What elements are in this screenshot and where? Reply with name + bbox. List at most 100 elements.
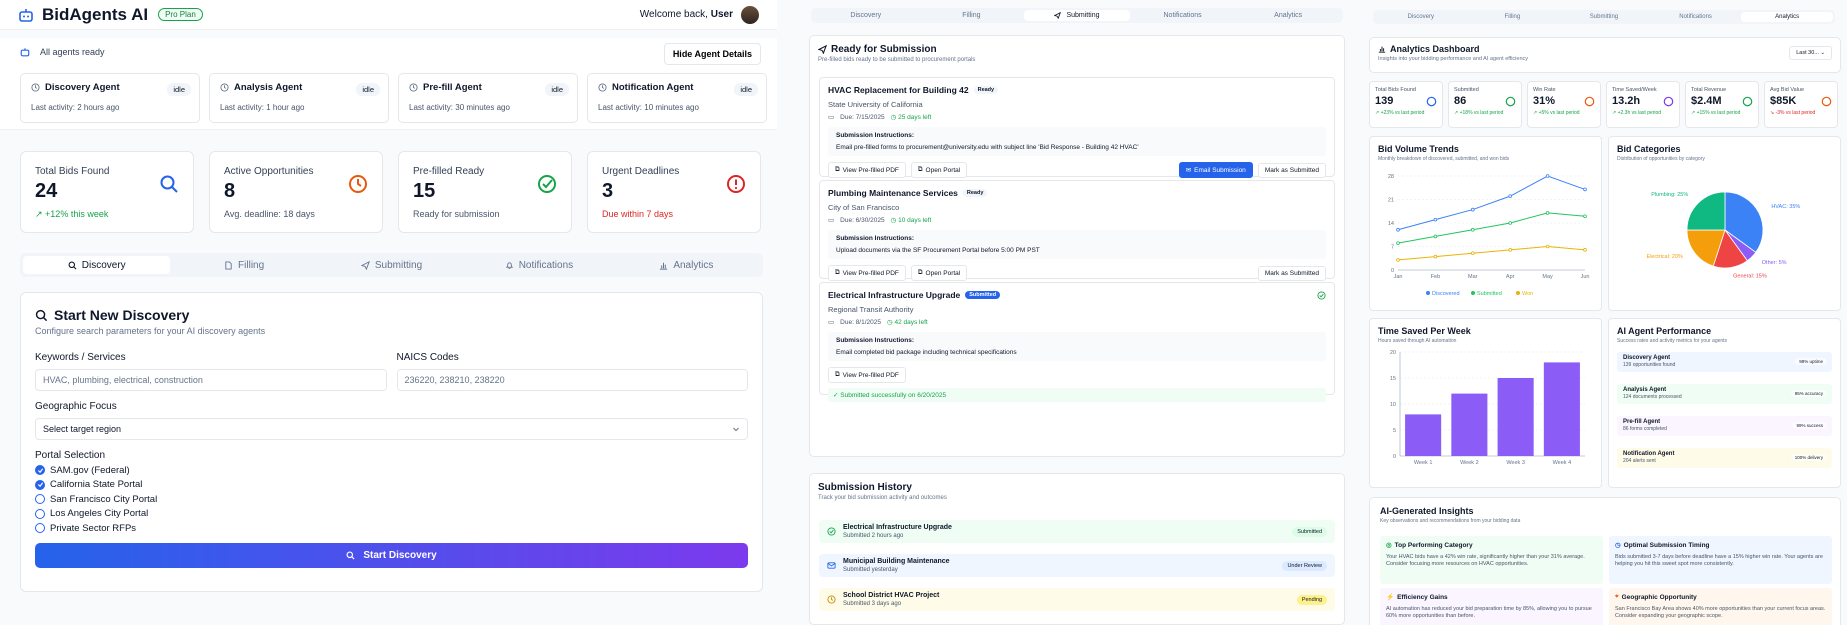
bid-days-left: ◷ 42 days left xyxy=(887,319,928,326)
status-badge: Under Review xyxy=(1282,560,1327,571)
data-point xyxy=(1433,234,1438,239)
portal-label: Portal Selection xyxy=(35,450,106,461)
pie-label: Plumbing: 25% xyxy=(1651,192,1688,198)
avatar[interactable] xyxy=(741,5,759,24)
y-tick-label: 20 xyxy=(1390,350,1396,356)
time-saved-card: Time Saved Per Week Hours saved through … xyxy=(1369,318,1602,488)
legend-marker xyxy=(1516,291,1520,295)
view-pdf-button[interactable]: ⧉ View Pre-filled PDF xyxy=(828,265,906,281)
view-pdf-button[interactable]: ⧉ View Pre-filled PDF xyxy=(828,162,906,178)
kpi-change: ↗ +23% vs last period xyxy=(1375,110,1425,116)
data-point xyxy=(1396,227,1400,232)
hide-agent-details-button[interactable]: Hide Agent Details xyxy=(663,43,761,65)
history-subtitle: Track your bid submission activity and o… xyxy=(818,495,947,501)
legend-label: Discovered xyxy=(1432,291,1460,297)
y-tick-label: 0 xyxy=(1393,454,1396,460)
tab-filling[interactable]: Filling xyxy=(919,10,1025,21)
performance-item: Discovery Agent 139 opportunities found 98… xyxy=(1617,352,1832,372)
portal-option[interactable]: California State Portal xyxy=(35,478,748,493)
open-portal-button[interactable]: ⧉ Open Portal xyxy=(910,162,968,178)
submission-title: Ready for Submission xyxy=(831,44,937,55)
kpi-icon xyxy=(1505,96,1516,107)
bar xyxy=(1405,414,1442,456)
portal-option[interactable]: Los Angeles City Portal xyxy=(35,507,748,522)
insights-title: AI-Generated Insights xyxy=(1380,506,1474,516)
search-icon xyxy=(346,551,355,560)
naics-input[interactable]: 236220, 238210, 238220 xyxy=(396,369,748,391)
mark-submitted-button[interactable]: Mark as Submitted xyxy=(1257,265,1326,281)
keywords-input[interactable]: HVAC, plumbing, electrical, construction xyxy=(35,369,387,391)
agent-name: Pre-fill Agent xyxy=(423,82,482,93)
bar xyxy=(1497,378,1534,456)
checkbox[interactable] xyxy=(35,523,45,534)
stat-value: 3 xyxy=(602,180,614,202)
agent-card-analysis: Analysis Agent idle Last activity: 1 hou… xyxy=(209,73,389,123)
agent-activity: Last activity: 2 hours ago xyxy=(31,103,120,112)
data-point xyxy=(1583,214,1587,219)
tab-discovery[interactable]: Discovery xyxy=(813,10,919,21)
history-item[interactable]: School District HVAC Project Submitted 3 … xyxy=(819,588,1335,611)
agent-card-prefill: Pre-fill Agent idle Last activity: 30 mi… xyxy=(398,73,578,123)
geo-select[interactable]: Select target region xyxy=(35,418,748,440)
tab-submitting[interactable]: Submitting xyxy=(1024,10,1130,21)
tab-submitting[interactable]: Submitting xyxy=(318,256,465,274)
kpi-label: Submitted xyxy=(1454,87,1479,93)
agent-name: Analysis Agent xyxy=(234,82,303,93)
checkbox[interactable] xyxy=(35,494,45,505)
history-item[interactable]: Municipal Building Maintenance Submitted … xyxy=(819,554,1335,577)
tab-submitting[interactable]: Submitting xyxy=(1558,12,1650,22)
tab-notifications[interactable]: Notifications xyxy=(1650,12,1742,22)
open-portal-button[interactable]: ⧉ Open Portal xyxy=(910,265,968,281)
kpi-icon xyxy=(1663,96,1674,107)
send-icon xyxy=(1054,12,1062,19)
bot-icon xyxy=(18,7,34,23)
tab-notifications[interactable]: Notifications xyxy=(1130,10,1236,21)
bid-org: Regional Transit Authority xyxy=(828,305,914,314)
bid-instructions: Submission Instructions: Email completed … xyxy=(828,332,1326,361)
tab-analytics[interactable]: Analytics xyxy=(1235,10,1341,21)
check-circle-icon xyxy=(537,174,557,194)
tab-filling[interactable]: Filling xyxy=(170,256,317,274)
tab-discovery[interactable]: Discovery xyxy=(23,256,171,274)
checkbox[interactable] xyxy=(35,508,45,519)
kpi-icon xyxy=(1742,96,1753,107)
bid-instructions: Submission Instructions: Upload documents… xyxy=(828,230,1326,259)
search-icon xyxy=(159,174,179,194)
data-point xyxy=(1508,248,1513,252)
start-discovery-button[interactable]: Start Discovery xyxy=(35,543,748,568)
check-circle-icon xyxy=(1317,290,1326,300)
x-tick-label: Jun xyxy=(1581,274,1590,280)
status-badge: Pending xyxy=(1296,594,1327,605)
agent-activity: Last activity: 10 minutes ago xyxy=(598,103,699,112)
analytics-header-card: Analytics Dashboard Insights into your b… xyxy=(1369,37,1841,73)
stat-sub: Ready for submission xyxy=(413,209,500,219)
portal-option[interactable]: SAM.gov (Federal) xyxy=(35,463,748,478)
checkbox-checked[interactable] xyxy=(35,479,45,490)
tab-analytics[interactable]: Analytics xyxy=(613,256,760,274)
map-pin-icon: ⌖ xyxy=(1615,593,1619,600)
tab-discovery[interactable]: Discovery xyxy=(1375,12,1467,22)
portal-option[interactable]: Private Sector RFPs xyxy=(35,521,748,536)
mail-icon xyxy=(827,561,836,570)
history-item[interactable]: Electrical Infrastructure Upgrade Submitt… xyxy=(819,520,1335,543)
history-title: Submission History xyxy=(818,482,912,493)
chart-title: Bid Volume Trends xyxy=(1378,144,1459,154)
data-point xyxy=(1508,221,1513,225)
submitted-note: ✓ Submitted successfully on 6/20/2025 xyxy=(828,388,1326,402)
tab-analytics[interactable]: Analytics xyxy=(1741,12,1833,22)
portal-option[interactable]: San Francisco City Portal xyxy=(35,492,748,507)
bid-title: Electrical Infrastructure Upgrade xyxy=(828,290,961,300)
tab-filling[interactable]: Filling xyxy=(1467,12,1559,22)
calendar-icon: ▭ xyxy=(828,319,835,326)
discovery-panel: BidAgents AI Pro Plan Welcome back, User… xyxy=(0,0,777,625)
checkbox-checked[interactable] xyxy=(35,465,45,476)
bid-title: Plumbing Maintenance Services xyxy=(828,188,958,198)
clock-icon: ◷ xyxy=(1615,542,1621,549)
tab-notifications[interactable]: Notifications xyxy=(465,256,612,274)
email-submission-button[interactable]: ✉ Email Submission xyxy=(1178,162,1253,178)
date-range-select[interactable]: Last 30... ⌄ xyxy=(1789,46,1832,60)
kpi-change: ↗ +5% vs last period xyxy=(1533,110,1580,116)
view-pdf-button[interactable]: ⧉ View Pre-filled PDF xyxy=(828,367,906,383)
stat-sub: Avg. deadline: 18 days xyxy=(224,209,315,219)
mark-submitted-button[interactable]: Mark as Submitted xyxy=(1257,162,1326,178)
